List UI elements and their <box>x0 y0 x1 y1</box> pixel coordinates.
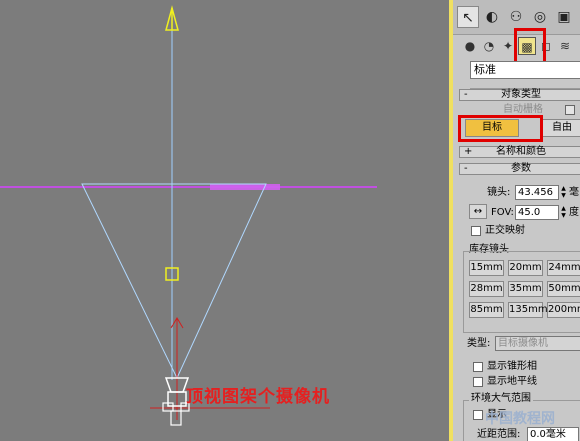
stock-lens-button[interactable]: 24mm <box>547 260 580 276</box>
show-horizon-checkbox[interactable] <box>473 377 483 387</box>
command-tabs: ↖ ◐ ⚇ ◎ ▣ <box>453 0 580 35</box>
fov-unit: 度 <box>569 207 579 218</box>
rollout-title: 参数 <box>511 163 531 174</box>
subtab-spacewarps[interactable]: ≋ <box>556 37 574 55</box>
tab-create[interactable]: ↖ <box>457 6 479 28</box>
fov-label: FOV: <box>491 207 514 218</box>
lens-unit: 毫 <box>569 187 579 198</box>
fov-spinner[interactable]: 45.0 <box>515 205 559 220</box>
subtab-shapes[interactable]: ◔ <box>480 37 498 55</box>
subtab-geometry[interactable]: ● <box>461 37 479 55</box>
cameras-icon: ▩ <box>521 40 533 54</box>
fov-spinner-arrows[interactable]: ▲ ▼ <box>560 205 567 220</box>
env-show-checkbox[interactable] <box>473 410 483 420</box>
type-label: 类型: <box>467 338 491 349</box>
orthographic-checkbox[interactable] <box>471 226 481 236</box>
show-cone-checkbox[interactable] <box>473 362 483 372</box>
grid-highlight <box>210 184 280 190</box>
stock-lens-button[interactable]: 35mm <box>508 281 543 297</box>
watermark-logo: 中国教程网 <box>485 411 555 427</box>
lights-icon: ✦ <box>502 39 514 53</box>
tab-modify[interactable]: ◐ <box>481 6 503 28</box>
dropdown-divider <box>470 80 580 89</box>
lens-label: 镜头: <box>487 187 511 198</box>
auto-grid-checkbox[interactable] <box>565 105 575 115</box>
target-marker[interactable] <box>165 5 179 31</box>
stock-lens-button[interactable]: 28mm <box>469 281 504 297</box>
lens-spinner-arrows[interactable]: ▲ ▼ <box>560 185 567 200</box>
rollout-title: 名称和颜色 <box>496 146 546 157</box>
collapse-icon: - <box>464 89 468 100</box>
tab-motion[interactable]: ◎ <box>529 6 551 28</box>
category-dropdown[interactable]: 标准 <box>470 61 580 79</box>
tab-hierarchy[interactable]: ⚇ <box>505 6 527 28</box>
helpers-icon: ◻ <box>541 39 551 53</box>
subtab-lights[interactable]: ✦ <box>499 37 517 55</box>
stock-lens-button[interactable]: 20mm <box>508 260 543 276</box>
rollout-name-color[interactable]: + 名称和颜色 <box>459 146 580 158</box>
expand-icon: + <box>464 146 473 157</box>
rollout-object-type[interactable]: - 对象类型 <box>459 89 580 101</box>
fov-direction-icon[interactable]: ↔ <box>469 204 487 219</box>
viewport-canvas <box>0 5 377 426</box>
env-ranges-title: 环境大气范围 <box>469 393 533 405</box>
stock-lens-button[interactable]: 15mm <box>469 260 504 276</box>
camera-type-dropdown[interactable]: 目标摄像机 <box>495 336 580 351</box>
motion-icon: ◎ <box>533 9 547 25</box>
spacewarps-icon: ≋ <box>559 39 571 53</box>
show-cone-label: 显示锥形相 <box>487 361 537 372</box>
rollout-parameters[interactable]: - 参数 <box>459 163 580 175</box>
stock-lens-button[interactable]: 135mm <box>508 302 548 318</box>
subtab-cameras[interactable]: ▩ <box>518 37 536 55</box>
viewport-annotation: 顶视图架个摄像机 <box>186 387 330 407</box>
create-subtabs: ● ◔ ✦ ▩ ◻ ≋ <box>453 34 580 58</box>
orthographic-label: 正交映射 <box>485 225 525 236</box>
camera-frustum <box>81 183 267 380</box>
stock-lens-button[interactable]: 85mm <box>469 302 504 318</box>
lens-spinner[interactable]: 43.456 <box>515 185 559 200</box>
target-camera-button[interactable]: 目标 <box>465 119 519 137</box>
geometry-icon: ● <box>464 39 476 53</box>
stock-lens-button[interactable]: 50mm <box>547 281 580 297</box>
tab-display[interactable]: ▣ <box>553 6 575 28</box>
near-range-label: 近距范围: <box>477 429 521 440</box>
modify-icon: ◐ <box>485 9 499 25</box>
auto-grid-label: 自动栅格 <box>503 104 543 115</box>
show-horizon-label: 显示地平线 <box>487 376 537 387</box>
collapse-icon: - <box>464 163 468 174</box>
create-icon: ↖ <box>462 10 474 26</box>
display-icon: ▣ <box>557 9 571 25</box>
near-range-spinner[interactable]: 0.0毫米 <box>527 427 579 441</box>
shapes-icon: ◔ <box>483 39 495 53</box>
subtab-helpers[interactable]: ◻ <box>537 37 555 55</box>
stock-lens-button[interactable]: 200mm <box>547 302 580 318</box>
command-panel: ↖ ◐ ⚇ ◎ ▣ ● ◔ ✦ ▩ ◻ ≋ 标准 - 对象类型 自动栅格 目标 自由 + 名称和颜色 … <box>453 0 580 441</box>
top-viewport[interactable]: 顶视图架个摄像机 <box>0 0 449 441</box>
free-camera-button[interactable]: 自由 <box>542 119 580 137</box>
hierarchy-icon: ⚇ <box>509 9 523 25</box>
rollout-title: 对象类型 <box>501 89 541 100</box>
